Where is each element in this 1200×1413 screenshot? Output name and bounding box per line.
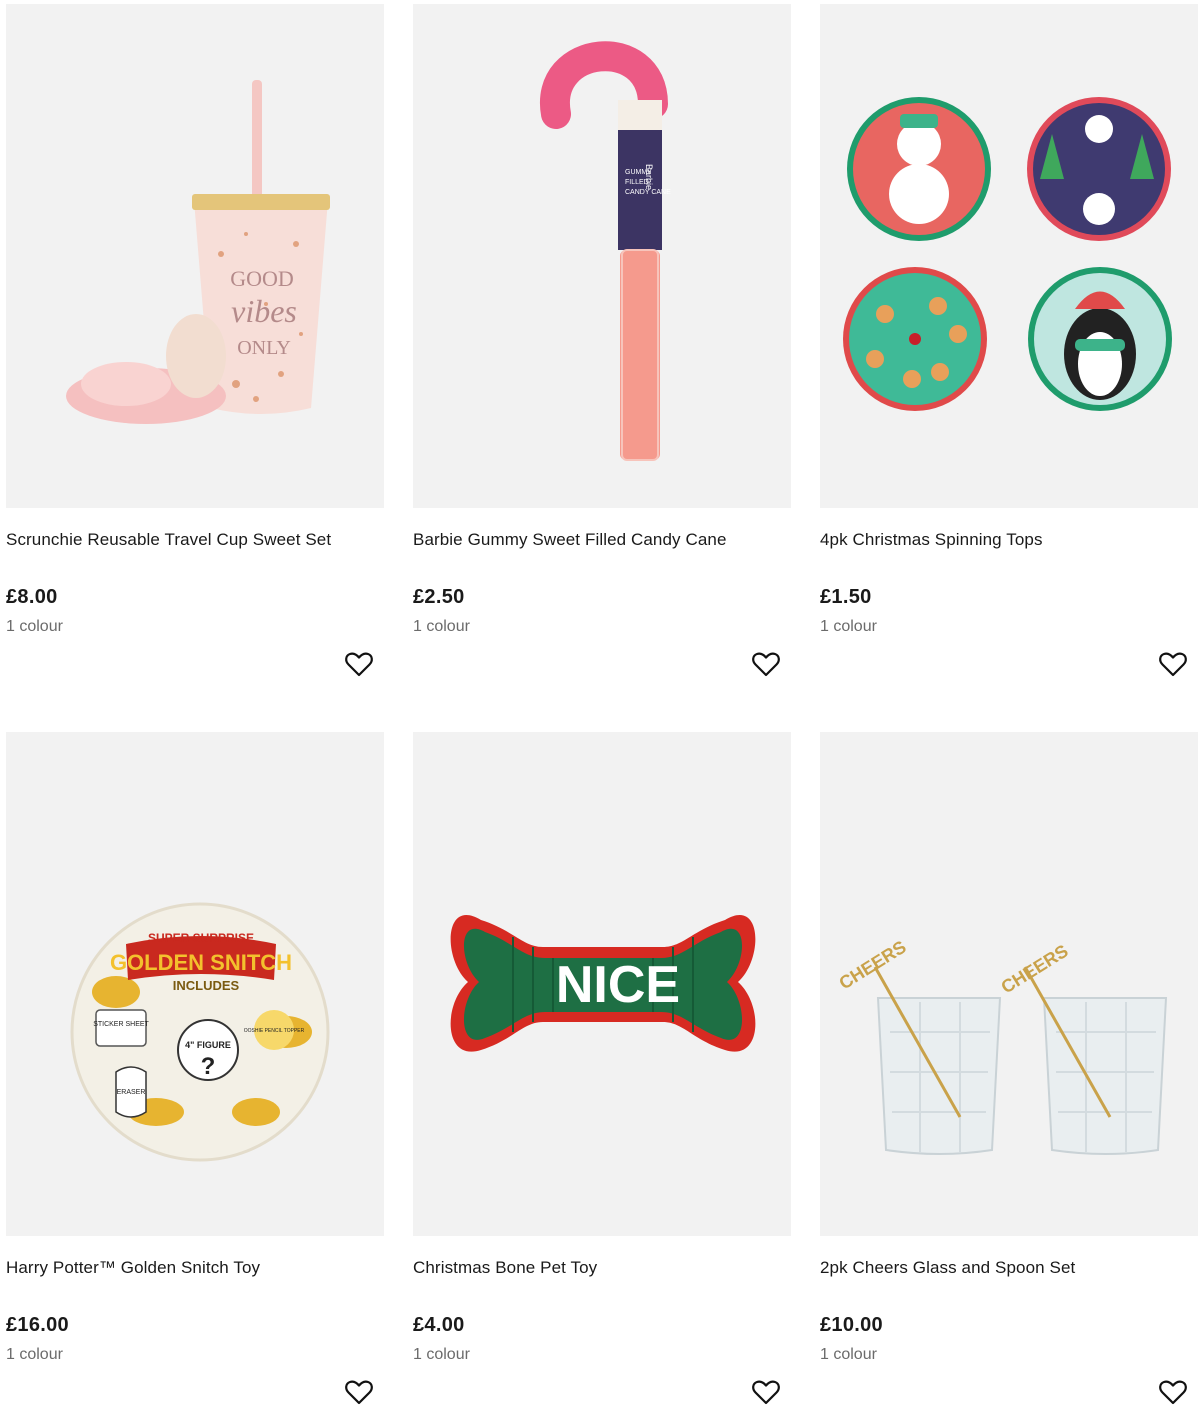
product-price: £1.50	[820, 586, 872, 608]
product-image-bone-toy[interactable]: NICE	[413, 732, 791, 1236]
product-image-golden-snitch[interactable]: SUPER SURPRISE GOLDEN SNITCH INCLUDES ST…	[6, 732, 384, 1236]
favourite-heart-icon[interactable]	[750, 1376, 782, 1408]
product-image-cheers-glasses[interactable]: CHEERS CHEERS	[820, 732, 1198, 1236]
product-colour-count: 1 colour	[6, 618, 63, 635]
product-title[interactable]: Christmas Bone Pet Toy	[413, 1258, 597, 1278]
svg-text:?: ?	[201, 1053, 216, 1080]
cup-text-3: ONLY	[237, 337, 291, 359]
product-colour-count: 1 colour	[820, 618, 877, 635]
favourite-heart-icon[interactable]	[343, 648, 375, 680]
product-colour-count: 1 colour	[413, 1346, 470, 1363]
product-price: £8.00	[6, 586, 58, 608]
product-price: £4.00	[413, 1314, 465, 1336]
cane-label-4: CANDY CANE	[625, 189, 671, 196]
product-price: £10.00	[820, 1314, 883, 1336]
product-title[interactable]: 4pk Christmas Spinning Tops	[820, 530, 1043, 550]
cane-label-3: FILLED	[625, 179, 649, 186]
product-title[interactable]: 2pk Cheers Glass and Spoon Set	[820, 1258, 1075, 1278]
product-title[interactable]: Scrunchie Reusable Travel Cup Sweet Set	[6, 530, 331, 550]
product-colour-count: 1 colour	[413, 618, 470, 635]
snitch-text-3: INCLUDES	[173, 978, 240, 993]
product-image-travel-cup[interactable]: GOOD vibes ONLY	[6, 4, 384, 508]
snitch-text-4: STICKER SHEET	[93, 1021, 149, 1028]
favourite-heart-icon[interactable]	[1157, 648, 1189, 680]
snitch-text-7: ERASER	[117, 1089, 146, 1096]
favourite-heart-icon[interactable]	[1157, 1376, 1189, 1408]
product-price: £16.00	[6, 1314, 69, 1336]
favourite-heart-icon[interactable]	[343, 1376, 375, 1408]
product-colour-count: 1 colour	[6, 1346, 63, 1363]
snitch-text-1: SUPER SURPRISE	[148, 931, 254, 945]
product-price: £2.50	[413, 586, 465, 608]
bone-text: NICE	[556, 956, 680, 1014]
snitch-text-6: OOSHIE PENCIL TOPPER	[244, 1028, 305, 1034]
cup-text-1: GOOD	[230, 266, 294, 291]
product-title[interactable]: Barbie Gummy Sweet Filled Candy Cane	[413, 530, 727, 550]
snitch-text-5: 4" FIGURE	[185, 1040, 231, 1050]
cane-label-1: Barbie	[644, 164, 654, 190]
favourite-heart-icon[interactable]	[750, 648, 782, 680]
snitch-text-2: GOLDEN SNITCH	[110, 950, 292, 975]
product-image-candy-cane[interactable]: Barbie GUMMY FILLED CANDY CANE	[413, 4, 791, 508]
spoon-text-2: CHEERS	[998, 941, 1072, 998]
cane-label-2: GUMMY	[625, 169, 652, 176]
product-image-spinning-tops[interactable]	[820, 4, 1198, 508]
product-title[interactable]: Harry Potter™ Golden Snitch Toy	[6, 1258, 260, 1278]
spoon-text-1: CHEERS	[836, 937, 910, 994]
product-colour-count: 1 colour	[820, 1346, 877, 1363]
cup-text-2: vibes	[231, 293, 297, 329]
